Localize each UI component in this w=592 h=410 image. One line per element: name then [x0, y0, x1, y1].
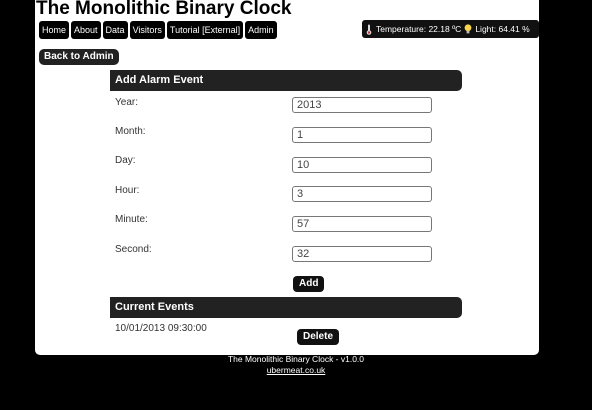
second-field[interactable] — [292, 246, 432, 262]
lightbulb-icon — [464, 24, 472, 34]
day-label: Day: — [115, 155, 136, 166]
temperature-readout: Temperature: 22.18 ºC — [376, 24, 462, 34]
nav-admin[interactable]: Admin — [245, 21, 277, 39]
nav-home[interactable]: Home — [39, 21, 70, 39]
sensor-status: Temperature: 22.18 ºC Light: 64.41 % — [362, 20, 539, 38]
hour-label: Hour: — [115, 185, 140, 196]
nav-about[interactable]: About — [71, 21, 101, 39]
main-nav: Home About Data Visitors Tutorial [Exter… — [39, 21, 277, 39]
year-field[interactable] — [292, 97, 432, 113]
site-title: The Monolithic Binary Clock — [36, 0, 292, 19]
thermometer-icon — [366, 24, 372, 35]
footer-version: The Monolithic Binary Clock - v1.0.0 — [227, 354, 365, 364]
delete-button[interactable]: Delete — [297, 329, 340, 345]
footer: The Monolithic Binary Clock - v1.0.0 ube… — [0, 354, 592, 376]
minute-label: Minute: — [115, 214, 148, 225]
minute-field[interactable] — [292, 216, 432, 232]
add-button[interactable]: Add — [293, 276, 325, 292]
second-label: Second: — [115, 244, 152, 255]
add-alarm-heading: Add Alarm Event — [110, 70, 462, 91]
nav-tutorial[interactable]: Tutorial [External] — [166, 21, 244, 39]
light-readout: Light: 64.41 % — [475, 24, 530, 34]
month-label: Month: — [115, 126, 146, 137]
nav-visitors[interactable]: Visitors — [129, 21, 165, 39]
footer-link[interactable]: ubermeat.co.uk — [267, 365, 326, 375]
nav-data[interactable]: Data — [102, 21, 128, 39]
day-field[interactable] — [292, 157, 432, 173]
event-datetime: 10/01/2013 09:30:00 — [115, 323, 207, 334]
hour-field[interactable] — [292, 186, 432, 202]
year-label: Year: — [115, 97, 138, 108]
back-to-admin-button[interactable]: Back to Admin — [39, 49, 119, 65]
current-events-heading: Current Events — [110, 297, 462, 318]
page-panel: The Monolithic Binary Clock Home About D… — [35, 0, 539, 355]
month-field[interactable] — [292, 127, 432, 143]
